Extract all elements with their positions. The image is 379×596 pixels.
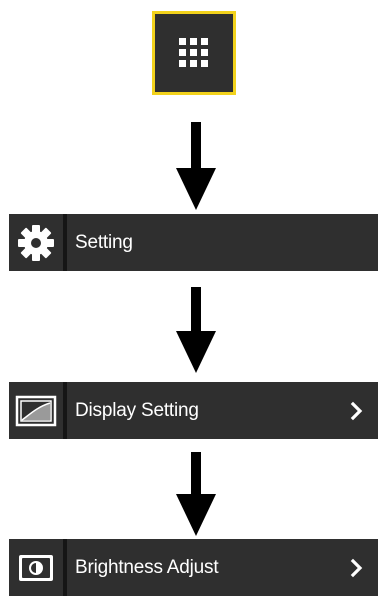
brightness-adjust-label: Brightness Adjust [75, 556, 219, 578]
setting-icon-cell [9, 214, 67, 271]
down-arrow-icon [176, 452, 216, 536]
brightness-adjust-menu-item[interactable]: Brightness Adjust [9, 539, 378, 596]
brightness-icon-cell [9, 539, 67, 596]
grid-menu-icon [179, 38, 208, 67]
display-setting-icon-cell [9, 382, 67, 439]
display-setting-menu-item[interactable]: Display Setting [9, 382, 378, 439]
display-image-icon [15, 395, 57, 426]
setting-menu-item[interactable]: Setting [9, 214, 378, 271]
down-arrow-icon [176, 122, 216, 210]
down-arrow-icon [176, 287, 216, 373]
display-setting-label: Display Setting [75, 399, 199, 421]
chevron-right-icon [336, 558, 378, 578]
chevron-right-icon [336, 401, 378, 421]
gear-icon [18, 224, 54, 261]
grid-menu-button[interactable] [152, 11, 236, 95]
setting-label: Setting [75, 231, 133, 253]
brightness-icon [19, 554, 53, 581]
